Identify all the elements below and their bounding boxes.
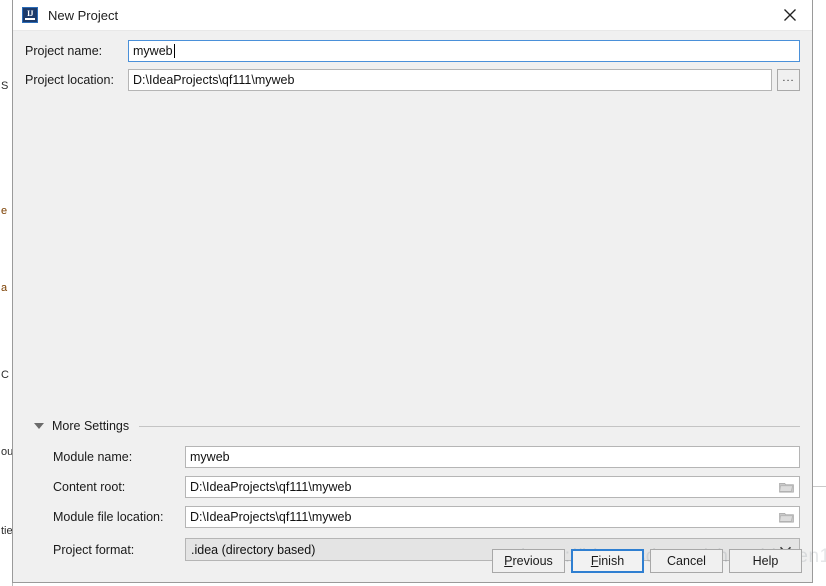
content-root-label: Content root: — [53, 480, 126, 494]
finish-button[interactable]: Finish — [571, 549, 644, 573]
bg-frag: S — [1, 80, 9, 92]
project-location-value: D:\IdeaProjects\qf111\myweb — [133, 73, 295, 87]
module-file-location-label: Module file location: — [53, 510, 164, 524]
bg-frag: a — [1, 282, 8, 294]
dialog-body: Project name: myweb Project location: D:… — [13, 31, 826, 582]
section-divider — [139, 425, 800, 427]
bg-frag: C — [1, 369, 9, 381]
finish-label: inish — [598, 554, 625, 568]
module-file-location-value: D:\IdeaProjects\qf111\myweb — [190, 510, 352, 524]
more-settings-toggle[interactable]: More Settings — [25, 419, 800, 433]
module-file-location-input[interactable]: D:\IdeaProjects\qf111\myweb — [185, 506, 800, 528]
previous-mnemonic: P — [504, 554, 513, 568]
cancel-label: Cancel — [667, 554, 706, 568]
dialog-title: New Project — [48, 7, 119, 23]
content-root-row: Content root: D:\IdeaProjects\qf111\mywe… — [53, 476, 800, 498]
content-root-input[interactable]: D:\IdeaProjects\qf111\myweb — [185, 476, 800, 498]
bg-frag: tie — [1, 525, 13, 537]
bg-frag: e — [1, 205, 8, 217]
help-label: Help — [752, 554, 779, 568]
more-settings-section: More Settings Module name: myweb Content… — [25, 419, 800, 569]
project-name-input[interactable]: myweb — [128, 40, 800, 62]
more-settings-label: More Settings — [52, 419, 130, 433]
module-name-row: Module name: myweb — [53, 446, 800, 468]
dialog-titlebar: IJ New Project — [13, 0, 812, 31]
project-name-label: Project name: — [25, 44, 103, 58]
project-format-value: .idea (directory based) — [191, 542, 316, 557]
text-caret — [173, 44, 175, 58]
cancel-button[interactable]: Cancel — [650, 549, 723, 573]
previous-button[interactable]: Previous — [492, 549, 565, 573]
chevron-down-icon — [34, 423, 44, 429]
module-file-location-row: Module file location: D:\IdeaProjects\qf… — [53, 506, 800, 528]
project-location-label: Project location: — [25, 73, 114, 87]
content-root-value: D:\IdeaProjects\qf111\myweb — [190, 480, 352, 494]
dialog-button-bar: Previous Finish Cancel Help — [492, 549, 802, 573]
more-settings-form: Module name: myweb Content root: D:\Idea… — [25, 446, 800, 561]
finish-mnemonic: F — [590, 554, 599, 568]
module-name-value: myweb — [190, 450, 230, 464]
browse-button[interactable]: ... — [777, 69, 800, 91]
close-icon — [783, 8, 796, 21]
project-location-input[interactable]: D:\IdeaProjects\qf111\myweb — [128, 69, 772, 91]
top-form: Project name: myweb Project location: D:… — [13, 31, 812, 91]
intellij-idea-icon: IJ — [22, 7, 38, 23]
project-name-value: myweb — [133, 44, 173, 58]
project-name-row: Project name: myweb — [25, 40, 800, 62]
close-button[interactable] — [767, 0, 812, 29]
module-name-input[interactable]: myweb — [185, 446, 800, 468]
project-location-row: Project location: D:\IdeaProjects\qf111\… — [25, 69, 800, 91]
project-format-label: Project format: — [53, 542, 135, 557]
new-project-dialog: IJ New Project Project name: myweb Proje… — [12, 0, 826, 583]
previous-label: revious — [512, 554, 553, 568]
module-name-label: Module name: — [53, 450, 133, 464]
help-button[interactable]: Help — [729, 549, 802, 573]
bg-frag: ou — [1, 446, 13, 458]
